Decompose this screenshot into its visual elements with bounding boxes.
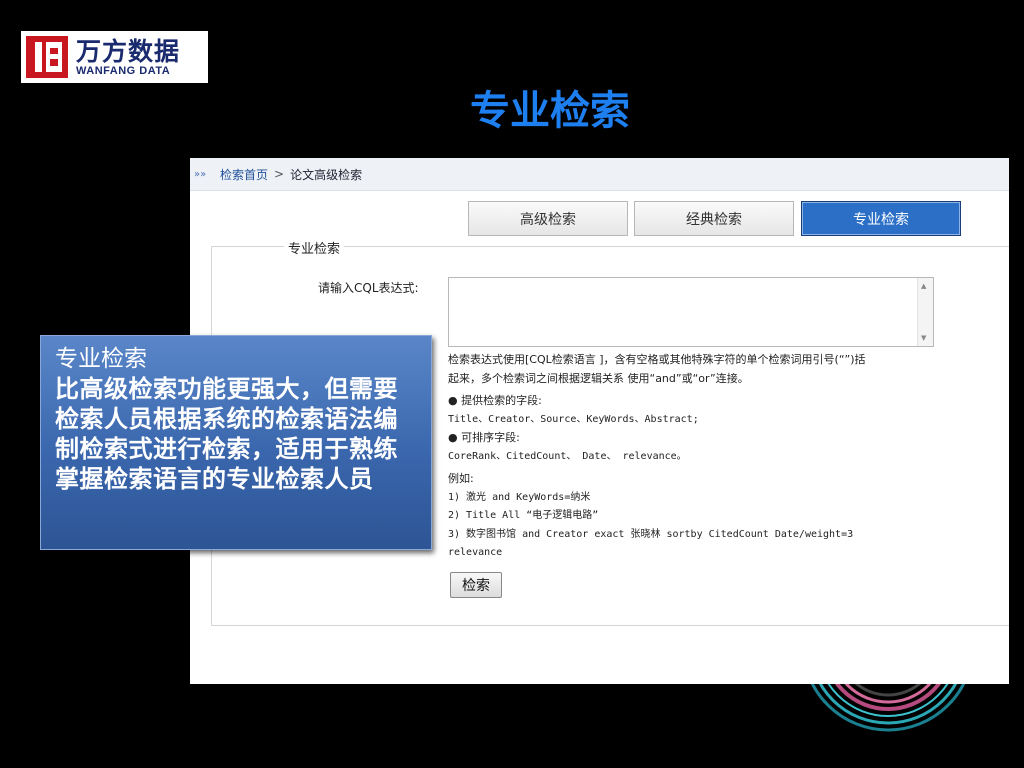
callout-title: 专业检索 xyxy=(55,346,147,372)
help-line: Title、Creator、Source、KeyWords、Abstract; xyxy=(448,413,699,425)
breadcrumb: »» 检索首页 > 论文高级检索 xyxy=(190,158,1009,191)
help-line: 3) 数字图书馆 and Creator exact 张晓林 sortby Ci… xyxy=(448,528,854,540)
tab-professional-search[interactable]: 专业检索 xyxy=(801,201,961,236)
help-line: CoreRank、CitedCount、 Date、 relevance。 xyxy=(448,450,687,462)
help-line: ● 可排序字段: xyxy=(448,431,520,444)
breadcrumb-separator: > xyxy=(274,167,285,181)
logo-english-text: WANFANG DATA xyxy=(76,64,171,77)
help-line: ● 提供检索的字段: xyxy=(448,394,542,407)
slide-title: 专业检索 xyxy=(470,87,630,134)
help-line: 2) Title All “电子逻辑电路” xyxy=(448,510,599,521)
search-button[interactable]: 检索 xyxy=(450,572,502,598)
cql-help-text: 检索表达式使用[CQL检索语言 ]，含有空格或其他特殊字符的单个检索词用引号(“… xyxy=(448,351,948,563)
help-line: relevance xyxy=(448,547,503,558)
logo-chinese-text: 万方数据 xyxy=(76,36,181,66)
callout-body: 比高级检索功能更强大，但需要检索人员根据系统的检索语法编制检索式进行检索，适用于… xyxy=(55,374,398,493)
cql-expression-textarea[interactable]: ▲ ▼ xyxy=(448,277,934,347)
breadcrumb-home-link[interactable]: 检索首页 xyxy=(220,166,268,183)
help-line: 1) 激光 and KeyWords=纳米 xyxy=(448,491,591,503)
tab-classic-search[interactable]: 经典检索 xyxy=(634,201,794,236)
tab-advanced-search[interactable]: 高级检索 xyxy=(468,201,628,236)
description-callout: 专业检索 比高级检索功能更强大，但需要检索人员根据系统的检索语法编制检索式进行检… xyxy=(40,335,432,550)
cql-input-label: 请输入CQL表达式: xyxy=(318,281,419,295)
scroll-down-arrow-icon[interactable]: ▼ xyxy=(921,334,926,342)
help-line: 检索表达式使用[CQL检索语言 ]，含有空格或其他特殊字符的单个检索词用引号(“… xyxy=(448,353,866,366)
scroll-up-arrow-icon[interactable]: ▲ xyxy=(921,282,926,290)
wanfang-logo-mark-icon xyxy=(26,36,68,78)
double-chevron-icon: »» xyxy=(194,168,207,180)
fieldset-legend: 专业检索 xyxy=(284,238,345,257)
textarea-scrollbar[interactable]: ▲ ▼ xyxy=(917,278,933,346)
breadcrumb-current: 论文高级检索 xyxy=(290,167,363,182)
help-line: 例如: xyxy=(448,472,474,485)
wanfang-logo: 万方数据 WANFANG DATA xyxy=(21,31,208,83)
help-line: 起来，多个检索词之间根据逻辑关系 使用“and”或“or”连接。 xyxy=(448,371,749,385)
